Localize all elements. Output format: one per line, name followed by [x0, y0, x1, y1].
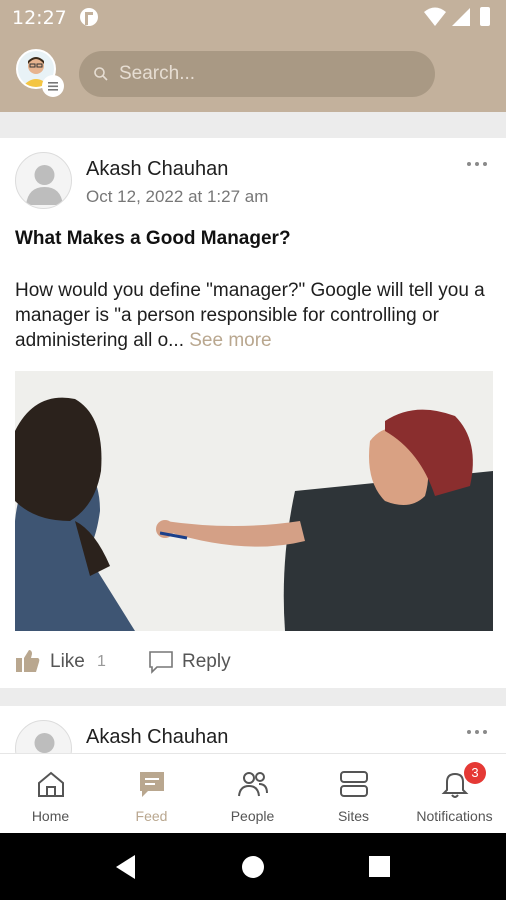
system-status-icons	[424, 7, 490, 26]
post-body: How would you define "manager?" Google w…	[15, 278, 485, 353]
sites-icon	[340, 771, 368, 797]
post-title: What Makes a Good Manager?	[15, 228, 291, 249]
feed-icon	[140, 772, 164, 797]
post-author[interactable]: Akash Chauhan	[86, 158, 228, 181]
nav-people[interactable]: People	[202, 754, 303, 834]
author-avatar[interactable]	[15, 152, 72, 209]
battery-icon	[480, 7, 490, 26]
bottom-nav: Home Feed People Sites 3 Notifications	[0, 753, 506, 833]
feed-post: Akash Chauhan Oct 12, 2022 at 1:27 am Wh…	[0, 138, 506, 688]
nav-home-label: Home	[31, 808, 70, 824]
home-icon	[38, 771, 64, 797]
nav-feed[interactable]: Feed	[101, 754, 202, 834]
post-date: Oct 12, 2022 at 1:27 am	[86, 187, 269, 206]
thumbs-up-icon	[16, 650, 40, 672]
nav-sites-label: Sites	[337, 808, 370, 824]
back-icon	[116, 855, 135, 879]
feed-list[interactable]: Akash Chauhan Oct 12, 2022 at 1:27 am Wh…	[0, 112, 506, 753]
like-label: Like	[50, 651, 85, 672]
home-circle-icon	[242, 856, 264, 878]
signal-icon	[452, 8, 470, 26]
menu-icon	[42, 75, 64, 97]
people-icon	[238, 772, 268, 797]
recents-icon	[369, 856, 390, 877]
like-count: 1	[97, 653, 106, 670]
reply-label: Reply	[182, 651, 231, 672]
profile-menu-button[interactable]	[16, 49, 64, 97]
app-header: Search...	[0, 35, 506, 112]
wifi-icon	[424, 7, 446, 26]
more-options-icon[interactable]	[467, 162, 489, 168]
nav-people-label: People	[230, 808, 275, 824]
nav-notifications-label: Notifications	[416, 808, 493, 824]
see-more-link[interactable]: See more	[189, 330, 271, 351]
notification-badge: 3	[464, 762, 486, 784]
feed-post: Akash Chauhan	[0, 706, 506, 753]
status-bar: 12:27	[0, 0, 506, 35]
author-avatar[interactable]	[15, 720, 72, 753]
comment-icon	[149, 651, 173, 674]
system-navigation-bar	[0, 833, 506, 900]
status-time: 12:27	[12, 7, 67, 29]
nav-home[interactable]: Home	[0, 754, 101, 834]
search-placeholder: Search...	[119, 63, 196, 84]
g-icon	[80, 8, 98, 26]
search-input[interactable]: Search...	[79, 51, 435, 97]
post-image[interactable]	[15, 371, 493, 631]
nav-feed-label: Feed	[135, 808, 168, 824]
nav-sites[interactable]: Sites	[303, 754, 404, 834]
post-author[interactable]: Akash Chauhan	[86, 726, 228, 749]
nav-notifications[interactable]: 3 Notifications	[404, 754, 505, 834]
search-icon	[94, 67, 108, 81]
more-options-icon[interactable]	[467, 730, 489, 736]
